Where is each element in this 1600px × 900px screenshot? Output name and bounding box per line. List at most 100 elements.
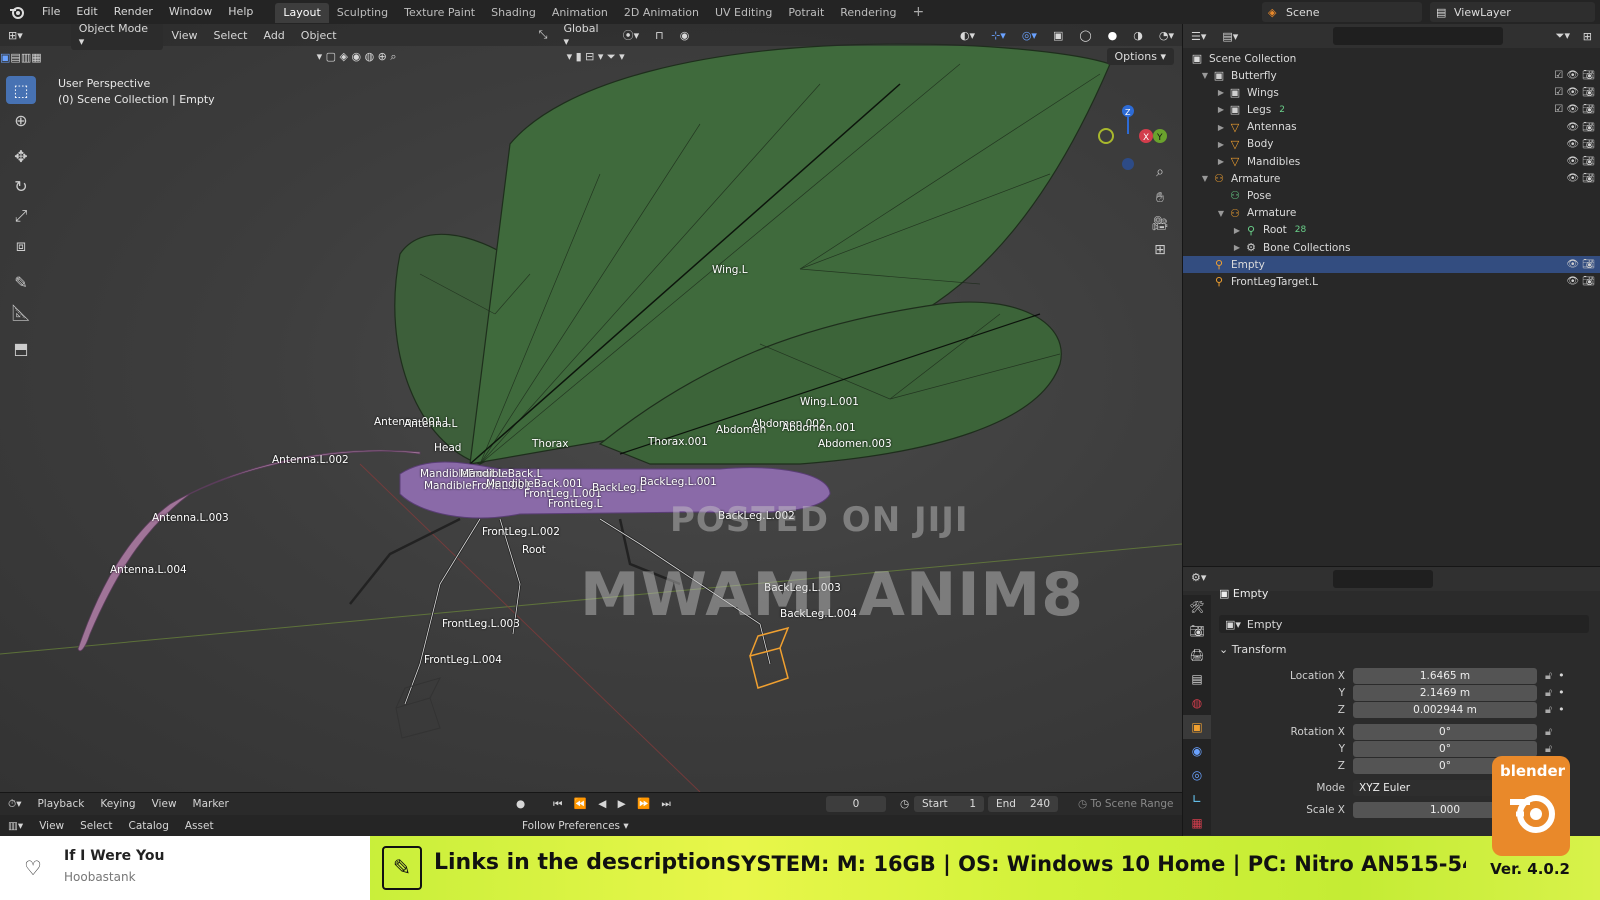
timeline-view-menu[interactable]: View — [144, 798, 185, 810]
cursor-tool-icon[interactable]: ⊕ — [6, 106, 36, 134]
heart-icon[interactable]: ♡ — [24, 856, 42, 880]
select-invert-icon[interactable]: ▦ — [31, 51, 41, 64]
tab-layout[interactable]: Layout — [275, 3, 329, 23]
pan-hand-icon[interactable]: ✋︎ — [1148, 186, 1172, 210]
xray-icon[interactable]: ▣ — [1045, 29, 1071, 42]
proportional-edit-icon[interactable]: ◉ — [672, 29, 698, 42]
expand-right-icon[interactable]: ▶ — [1215, 140, 1227, 149]
tab-potrait[interactable]: Potrait — [780, 3, 832, 23]
zoom-icon[interactable]: ⌕ — [1148, 160, 1172, 184]
ortho-grid-icon[interactable]: ⊞ — [1148, 238, 1172, 262]
location-x-field[interactable]: 1.6465 m — [1353, 667, 1537, 684]
location-y-field[interactable]: 2.1469 m — [1353, 684, 1537, 701]
keyframe-dot-icon[interactable]: • — [1558, 669, 1565, 682]
add-cube-tool-icon[interactable]: ⬒ — [6, 334, 36, 362]
properties-search-input[interactable] — [1333, 570, 1433, 588]
select-box-icon[interactable]: ▣ — [0, 51, 10, 64]
expand-down-icon[interactable]: ▼ — [1199, 174, 1211, 183]
marker-menu[interactable]: Marker — [185, 798, 237, 810]
constraint-tab-icon[interactable]: ∟ — [1183, 787, 1211, 811]
expand-right-icon[interactable]: ▶ — [1215, 105, 1227, 114]
keyframe-dot-icon[interactable]: • — [1558, 703, 1565, 716]
snap-icon[interactable]: ⊓ — [647, 29, 672, 42]
expand-right-icon[interactable]: ▶ — [1215, 88, 1227, 97]
location-z-field[interactable]: 0.002944 m — [1353, 701, 1537, 718]
outliner-row[interactable]: ▶ ⚙ Bone Collections — [1183, 239, 1600, 256]
camera-icon[interactable]: 🎥︎ — [1148, 212, 1172, 236]
asset-catalog-menu[interactable]: Catalog — [121, 820, 177, 832]
menu-select[interactable]: Select — [206, 29, 256, 42]
visibility-toggles[interactable]: 👁︎ 📷︎ — [1566, 156, 1595, 167]
keying-menu[interactable]: Keying — [92, 798, 143, 810]
visibility-toggles[interactable]: 👁︎ 📷︎ — [1566, 122, 1595, 133]
tab-rendering[interactable]: Rendering — [832, 3, 904, 23]
asset-menu[interactable]: Asset — [177, 820, 222, 832]
output-tab-icon[interactable]: 🖨︎ — [1183, 643, 1211, 667]
outliner-filter-icon[interactable]: ⏷▾ — [1556, 29, 1570, 43]
menu-window[interactable]: Window — [161, 0, 220, 24]
move-tool-icon[interactable]: ✥ — [6, 142, 36, 170]
lock-icon[interactable]: 🔓︎ — [1545, 725, 1552, 739]
tab-texture-paint[interactable]: Texture Paint — [396, 3, 483, 23]
outliner-row-scene-collection[interactable]: ▣ Scene Collection — [1183, 50, 1600, 67]
3d-viewport[interactable]: X Y Z ⊞▾ Object Mode ▾ View Select Add O… — [0, 24, 1182, 792]
new-collection-icon[interactable]: ⊞ — [1583, 30, 1592, 43]
overlay-icon[interactable]: ◎▾ — [1014, 29, 1045, 42]
outliner-search-input[interactable] — [1333, 27, 1503, 45]
menu-add[interactable]: Add — [255, 29, 292, 42]
tab-2d-animation[interactable]: 2D Animation — [616, 3, 707, 23]
outliner-row[interactable]: ⚲ Empty 👁︎ 📷︎ — [1183, 256, 1600, 274]
expand-down-icon[interactable]: ▼ — [1215, 209, 1227, 218]
view-layer-selector[interactable]: ▤ ViewLayer — [1430, 2, 1595, 22]
select-tool-icon[interactable]: ⬚ — [6, 76, 36, 104]
visibility-toggles[interactable]: 👁︎ 📷︎ — [1566, 173, 1595, 184]
lock-icon[interactable]: 🔓︎ — [1545, 703, 1552, 717]
outliner-row[interactable]: ▶ ▽ Antennas 👁︎ 📷︎ — [1183, 119, 1600, 136]
gizmo-toggle-icon[interactable]: ⊹▾ — [983, 29, 1014, 42]
visibility-toggles[interactable]: 👁︎ 📷︎ — [1566, 139, 1595, 150]
transform-tool-icon[interactable]: ⧈ — [6, 232, 36, 260]
object-tab-icon[interactable]: ▣ — [1183, 715, 1211, 739]
scene-selector[interactable]: ◈ Scene — [1262, 2, 1422, 22]
outliner-editor-icon[interactable]: ☰▾ — [1183, 30, 1214, 43]
keyframe-dot-icon[interactable]: • — [1558, 686, 1565, 699]
to-scene-range-button[interactable]: ◷ To Scene Range — [1070, 798, 1182, 810]
lock-icon[interactable]: 🔓︎ — [1545, 686, 1552, 700]
transform-panel-header[interactable]: ⌄ Transform — [1219, 643, 1286, 656]
start-frame-field[interactable]: Start 1 — [914, 796, 984, 812]
measure-tool-icon[interactable]: 📐︎ — [6, 298, 36, 326]
add-workspace-icon[interactable]: + — [904, 4, 932, 20]
rotate-tool-icon[interactable]: ↻ — [6, 172, 36, 200]
world-tab-icon[interactable]: ◍ — [1183, 691, 1211, 715]
select-extend-icon[interactable]: ▤ — [10, 51, 20, 64]
lock-icon[interactable]: 🔓︎ — [1545, 742, 1552, 756]
view-layer-tab-icon[interactable]: ▤ — [1183, 667, 1211, 691]
visibility-toggles[interactable]: 👁︎ 📷︎ — [1566, 259, 1595, 270]
menu-file[interactable]: File — [34, 0, 68, 24]
outliner-row[interactable]: ▶ ▣ Wings ☑ 👁︎ 📷︎ — [1183, 84, 1600, 101]
outliner-row[interactable]: ▶ ▣ Legs 2 ☑ 👁︎ 📷︎ — [1183, 101, 1600, 118]
menu-view[interactable]: View — [163, 29, 205, 42]
tab-sculpting[interactable]: Sculpting — [329, 3, 396, 23]
asset-view-menu[interactable]: View — [31, 820, 72, 832]
shading-solid-icon[interactable]: ● — [1100, 29, 1126, 42]
properties-editor-icon[interactable]: ⚙▾ — [1191, 571, 1206, 584]
filter-objects-icon[interactable]: ▾ ▢ ◈ ◉ ◍ ⊕ ⌕ — [317, 50, 397, 64]
select-subtract-icon[interactable]: ▥ — [21, 51, 31, 64]
physics-tab-icon[interactable]: ◎ — [1183, 763, 1211, 787]
modifier-tab-icon[interactable]: ◉ — [1183, 739, 1211, 763]
scale-tool-icon[interactable]: ⤢ — [6, 202, 36, 230]
gizmo-z[interactable]: Z — [1125, 108, 1131, 117]
menu-object[interactable]: Object — [293, 29, 345, 42]
expand-right-icon[interactable]: ▶ — [1231, 226, 1243, 235]
playback-controls-icon[interactable]: ⏮ ⏪ ◀ ▶ ⏩ ⏭ — [545, 797, 683, 811]
timeline-editor-icon[interactable]: ⏱▾ — [0, 798, 29, 811]
datablock-field[interactable]: ▣▾ Empty — [1219, 615, 1589, 633]
outliner-row[interactable]: ⚲ FrontLegTarget.L 👁︎ 📷︎ — [1183, 273, 1600, 290]
expand-down-icon[interactable]: ▼ — [1199, 71, 1211, 80]
tab-animation[interactable]: Animation — [544, 3, 616, 23]
expand-right-icon[interactable]: ▶ — [1215, 123, 1227, 132]
visibility-toggles[interactable]: ☑ 👁︎ 📷︎ — [1554, 70, 1595, 81]
asset-select-menu[interactable]: Select — [72, 820, 120, 832]
rotation-y-field[interactable]: 0° — [1353, 740, 1537, 757]
